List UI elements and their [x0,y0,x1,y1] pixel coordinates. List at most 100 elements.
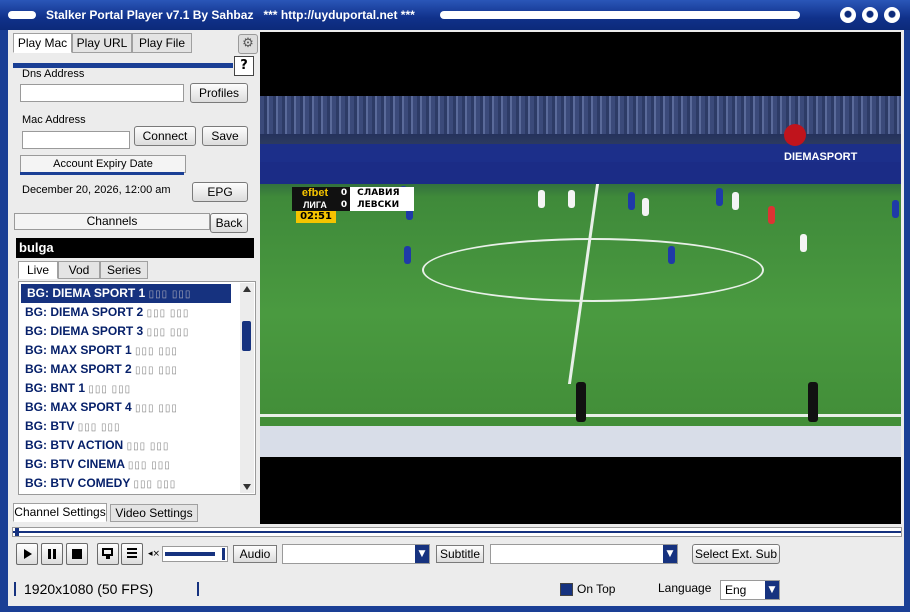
channel-list-item[interactable]: BG: BNT 1 ▯▯▯ ▯▯▯ [19,379,255,398]
status-resolution: 1920x1080 (50 FPS) [24,581,154,597]
epg-button[interactable]: EPG [192,182,248,202]
language-value: Eng [725,583,747,597]
channel-list-item[interactable]: BG: DIEMA SPORT 3 ▯▯▯ ▯▯▯ [19,322,255,341]
mute-icon[interactable]: ◂× [148,549,160,559]
on-top-checkbox[interactable] [560,583,573,596]
channel-list-item[interactable]: BG: BTV ▯▯▯ ▯▯▯ [19,417,255,436]
channel-glyph: ▯▯▯ ▯▯▯ [135,365,178,376]
channel-list: BG: DIEMA SPORT 1 ▯▯▯ ▯▯▯ BG: DIEMA SPORT… [18,281,256,495]
channel-glyph: ▯▯▯ ▯▯▯ [77,422,121,433]
status-divider [14,582,16,596]
player [642,198,649,216]
chevron-down-icon: ▼ [663,545,677,563]
expiry-date: December 20, 2026, 12:00 am [22,184,171,196]
dns-input[interactable] [20,84,184,102]
tab-channel-settings[interactable]: Channel Settings [13,503,107,522]
connect-button[interactable]: Connect [134,126,196,146]
channel-list-scrollbar[interactable] [240,283,254,493]
subtitle-label: Subtitle [436,545,484,563]
tab-play-file[interactable]: Play File [132,33,192,53]
team1-name: СЛАВИЯ [357,188,400,198]
expiry-divider [20,172,184,175]
list-icon [127,548,137,560]
back-button[interactable]: Back [210,213,248,233]
mac-label: Mac Address [22,114,86,126]
tab-play-mac[interactable]: Play Mac [13,33,72,53]
scroll-up-icon[interactable] [243,286,251,292]
video-frame: efbet ЛИГА 02:51 0 СЛАВИЯ 0 ЛЕВСКИ DIEMA… [260,96,901,457]
scoreboard-sponsor: efbet [301,187,329,199]
channel-name: BG: MAX SPORT 4 [25,400,132,414]
volume-fill [165,552,215,556]
language-label: Language [658,581,712,595]
player [668,246,675,264]
pause-icon [48,549,51,559]
fullscreen-button[interactable] [97,543,119,565]
score-team1: 0 [338,187,350,199]
channel-list-item[interactable]: BG: BTV CINEMA ▯▯▯ ▯▯▯ [19,455,255,474]
tab-video-settings[interactable]: Video Settings [110,504,198,522]
profiles-button[interactable]: Profiles [190,83,248,103]
stop-button[interactable] [66,543,88,565]
player [538,190,545,208]
channel-list-item[interactable]: BG: BTV COMEDY ▯▯▯ ▯▯▯ [19,474,255,493]
channel-list-item[interactable]: BG: MAX SPORT 2 ▯▯▯ ▯▯▯ [19,360,255,379]
channel-name: BG: DIEMA SPORT 2 [25,305,144,319]
broadcaster-logo: DIEMASPORT [784,124,862,163]
play-button[interactable] [16,543,38,565]
scroll-down-icon[interactable] [243,484,251,490]
audio-select[interactable]: ▼ [282,544,430,564]
seek-thumb[interactable] [15,528,19,536]
volume-slider[interactable] [162,546,228,562]
channel-name: BG: BNT 1 [25,381,85,395]
subtitle-select[interactable]: ▼ [490,544,678,564]
save-button[interactable]: Save [202,126,248,146]
title-bar[interactable]: Stalker Portal Player v7.1 By Sahbaz ***… [0,0,910,30]
player [892,200,899,218]
channel-list-item[interactable]: BG: BTV ACTION ▯▯▯ ▯▯▯ [19,436,255,455]
channel-list-item[interactable]: BG: DIEMA SPORT 1 ▯▯▯ ▯▯▯ [21,284,231,303]
tab-live[interactable]: Live [18,261,58,279]
referee [768,206,775,224]
select-ext-sub-button[interactable]: Select Ext. Sub [692,544,780,564]
tab-play-url[interactable]: Play URL [72,33,132,53]
language-select[interactable]: Eng ▼ [720,580,780,600]
channel-name: BG: MAX SPORT 2 [25,362,132,376]
window-frame [0,606,910,612]
channel-list-item[interactable]: BG: MAX SPORT 4 ▯▯▯ ▯▯▯ [19,398,255,417]
mac-input[interactable] [22,131,130,149]
channel-name: BG: BTV COMEDY [25,476,131,490]
title-decoration [8,11,36,19]
video-area[interactable]: efbet ЛИГА 02:51 0 СЛАВИЯ 0 ЛЕВСКИ DIEMA… [260,32,901,524]
channel-glyph: ▯▯▯ ▯▯▯ [148,289,192,300]
maximize-button[interactable] [862,7,878,23]
audio-label: Audio [233,545,277,563]
help-icon[interactable]: ? [234,56,254,76]
channel-list-item[interactable]: BG: MAX SPORT 1 ▯▯▯ ▯▯▯ [19,341,255,360]
scoreboard: efbet ЛИГА 02:51 0 СЛАВИЯ 0 ЛЕВСКИ [292,187,414,223]
close-button[interactable] [884,7,900,23]
status-divider [197,582,199,596]
referee [576,382,586,422]
minimize-button[interactable] [840,7,856,23]
score-team2: 0 [338,199,350,211]
window-title: Stalker Portal Player v7.1 By Sahbaz ***… [46,8,415,22]
channel-glyph: ▯▯▯ ▯▯▯ [146,308,190,319]
scroll-thumb[interactable] [242,321,251,351]
play-icon [24,549,32,559]
pause-button[interactable] [41,543,63,565]
ad-board [260,426,901,457]
tab-series[interactable]: Series [100,261,148,279]
player [404,246,411,264]
volume-thumb[interactable] [222,548,225,560]
playlist-button[interactable] [121,543,143,565]
tab-vod[interactable]: Vod [58,261,100,279]
channel-name: BG: MAX SPORT 1 [25,343,132,357]
channel-name: BG: BTV ACTION [25,438,124,452]
gear-icon[interactable]: ⚙ [238,34,258,54]
seek-bar[interactable] [12,527,902,537]
channel-list-item[interactable]: BG: DIEMA SPORT 2 ▯▯▯ ▯▯▯ [19,303,255,322]
channel-search-input[interactable]: bulga [16,238,254,258]
player [716,188,723,206]
channel-glyph: ▯▯▯ ▯▯▯ [127,460,171,471]
